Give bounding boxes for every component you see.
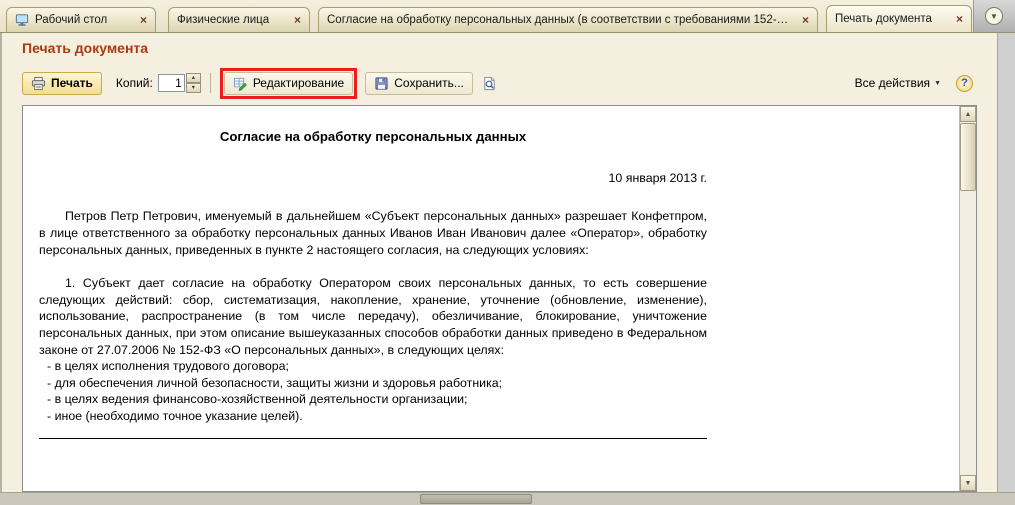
document-title: Согласие на обработку персональных данны… [39, 128, 707, 146]
page-title: Печать документа [22, 40, 148, 56]
horizontal-scroll-thumb[interactable] [420, 494, 532, 504]
tab-desktop[interactable]: Рабочий стол × [6, 7, 156, 32]
document-date: 10 января 2013 г. [39, 170, 707, 187]
tab-label: Рабочий стол [35, 14, 107, 26]
tab-label: Согласие на обработку персональных данны… [327, 14, 790, 26]
copies-input[interactable] [158, 74, 185, 92]
all-actions-button[interactable]: Все действия ▼ [849, 73, 947, 93]
all-actions-label: Все действия [855, 76, 930, 90]
document-page: Согласие на обработку персональных данны… [39, 106, 707, 491]
tab-close-icon[interactable]: × [134, 13, 147, 27]
edit-button-label: Редактирование [253, 76, 344, 90]
save-icon [374, 76, 389, 91]
desktop-icon [15, 13, 29, 27]
tab-consent-form[interactable]: Согласие на обработку персональных данны… [318, 7, 818, 32]
vertical-scrollbar[interactable]: ▲ ▼ [959, 106, 976, 491]
chevron-down-icon: ▼ [990, 12, 998, 21]
spinner-up-icon[interactable]: ▲ [186, 73, 201, 83]
save-button[interactable]: Сохранить... [365, 72, 473, 95]
document-list-item: - в целях ведения финансово-хозяйственно… [39, 391, 707, 408]
document-paragraph: 1. Субъект дает согласие на обработку Оп… [39, 275, 707, 358]
document-list-item: - для обеспечения личной безопасности, з… [39, 375, 707, 392]
toolbar-separator [210, 73, 211, 93]
page-magnifier-icon [482, 76, 497, 91]
tab-close-icon[interactable]: × [950, 12, 963, 26]
tab-print-document[interactable]: Печать документа × [826, 5, 972, 32]
toolbar: Печать Копий: ▲ ▼ Редактирование [22, 64, 973, 102]
scroll-down-button[interactable]: ▼ [960, 475, 976, 491]
window-left-edge [0, 33, 2, 505]
document-list-item: - в целях исполнения трудового договора; [39, 358, 707, 375]
question-mark-icon: ? [961, 77, 968, 89]
document-paragraph: Петров Петр Петрович, именуемый в дальне… [39, 208, 707, 258]
tab-label: Печать документа [835, 13, 932, 25]
help-button[interactable]: ? [956, 75, 973, 92]
copies-stepper[interactable]: ▲ ▼ [186, 73, 201, 93]
arrow-down-icon: ▼ [965, 480, 972, 487]
annotation-highlight: Редактирование [220, 68, 357, 99]
vertical-scroll-thumb[interactable] [960, 123, 976, 191]
chevron-down-icon: ▼ [934, 80, 941, 87]
spinner-down-icon[interactable]: ▼ [186, 83, 201, 93]
tab-close-icon[interactable]: × [796, 13, 809, 27]
printer-icon [31, 76, 46, 91]
tab-list-dropdown-button[interactable]: ▼ [985, 7, 1003, 25]
edit-icon [233, 76, 248, 91]
arrow-up-icon: ▲ [965, 111, 972, 118]
tab-individuals[interactable]: Физические лица × [168, 7, 310, 32]
horizontal-scrollbar[interactable] [0, 492, 1015, 505]
app-window: Рабочий стол × Физические лица × Согласи… [0, 0, 1015, 505]
save-button-label: Сохранить... [394, 76, 464, 90]
scroll-up-button[interactable]: ▲ [960, 106, 976, 122]
copies-label: Копий: [116, 76, 153, 90]
print-button-label: Печать [51, 76, 93, 90]
preview-button[interactable] [477, 72, 502, 95]
tab-close-icon[interactable]: × [288, 13, 301, 27]
document-list-item: - иное (необходимо точное указание целей… [39, 408, 707, 425]
tab-bar: Рабочий стол × Физические лица × Согласи… [0, 0, 1015, 33]
document-preview-panel: Согласие на обработку персональных данны… [22, 105, 977, 492]
window-right-band [997, 33, 1015, 492]
tab-label: Физические лица [177, 14, 269, 26]
edit-button[interactable]: Редактирование [224, 72, 353, 95]
document-signature-line [39, 438, 707, 439]
print-button[interactable]: Печать [22, 72, 102, 95]
